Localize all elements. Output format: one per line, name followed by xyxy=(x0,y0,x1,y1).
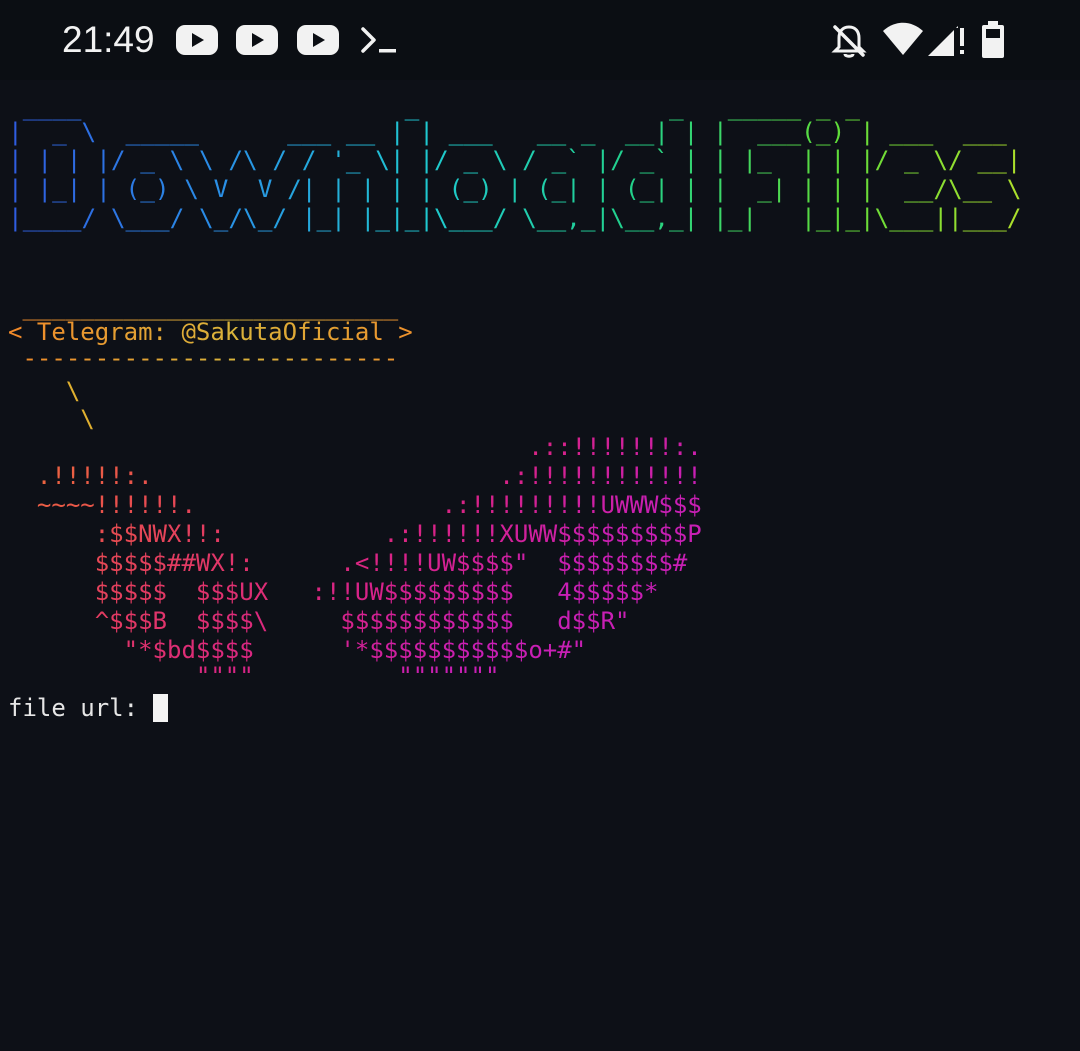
whale-art-line: """" """"""" xyxy=(195,662,500,690)
wifi-icon xyxy=(883,22,923,55)
youtube-icon xyxy=(236,25,278,55)
speech-bubble-bottom: -------------------------- xyxy=(22,344,399,372)
whale-art-line: $$$$$##WX!: .<!!!!UW$$$$" $$$$$$$$# xyxy=(94,549,688,577)
status-bar: 21:49 xyxy=(0,0,1080,80)
bell-off-icon xyxy=(831,25,867,58)
whale-art-line: .::!!!!!!!:. xyxy=(528,433,702,461)
speech-bubble-message: < Telegram: @SakutaOficial > xyxy=(8,318,413,346)
whale-art-line: .!!!!!:. .:!!!!!!!!!!!! xyxy=(36,462,702,490)
status-time: 21:49 xyxy=(62,19,155,60)
banner-line: | | | |/ _ \ \ /\ / / '_ \| |/ _ \ / _` … xyxy=(8,145,1022,174)
youtube-icon xyxy=(297,25,339,55)
terminal-icon xyxy=(361,27,396,53)
signal-icon xyxy=(928,26,964,56)
banner-line: | _ \ _____ ___ __ | | ___ __ _ __| | | … xyxy=(8,117,1007,146)
terminal-output: ____ _ _ _____ _ _ | _ \ _____ ___ __ | … xyxy=(0,80,1080,1051)
whale-art-line: ~~~~!!!!!!. .:!!!!!!!!!UWWW$$$ xyxy=(36,491,702,519)
whale-art-line: :$$NWX!!: .:!!!!!!XUWW$$$$$$$$$P xyxy=(94,520,702,548)
battery-icon xyxy=(982,21,1004,58)
file-url-prompt[interactable]: file url: xyxy=(8,692,168,724)
bubble-tail: \ xyxy=(80,405,95,433)
terminal-cursor xyxy=(152,694,168,722)
whale-art-line: "*$bd$$$$ '*$$$$$$$$$$$o+#" xyxy=(123,636,587,664)
youtube-icon xyxy=(176,25,218,55)
whale-art-line: $$$$$ $$$UX :!!UW$$$$$$$$$ 4$$$$$* xyxy=(94,578,659,606)
banner-line: |____/ \___/ \_/\_/ |_| |_|_|\___/ \__,_… xyxy=(8,203,1022,232)
whale-art-line: ^$$$B $$$$\ $$$$$$$$$$$$ d$$R" xyxy=(94,607,630,635)
banner-line: | |_| | (_) \ V V /| | | | | (_) | (_| |… xyxy=(8,174,1022,203)
prompt-label: file url: xyxy=(8,694,153,722)
bubble-tail: \ xyxy=(65,377,81,405)
